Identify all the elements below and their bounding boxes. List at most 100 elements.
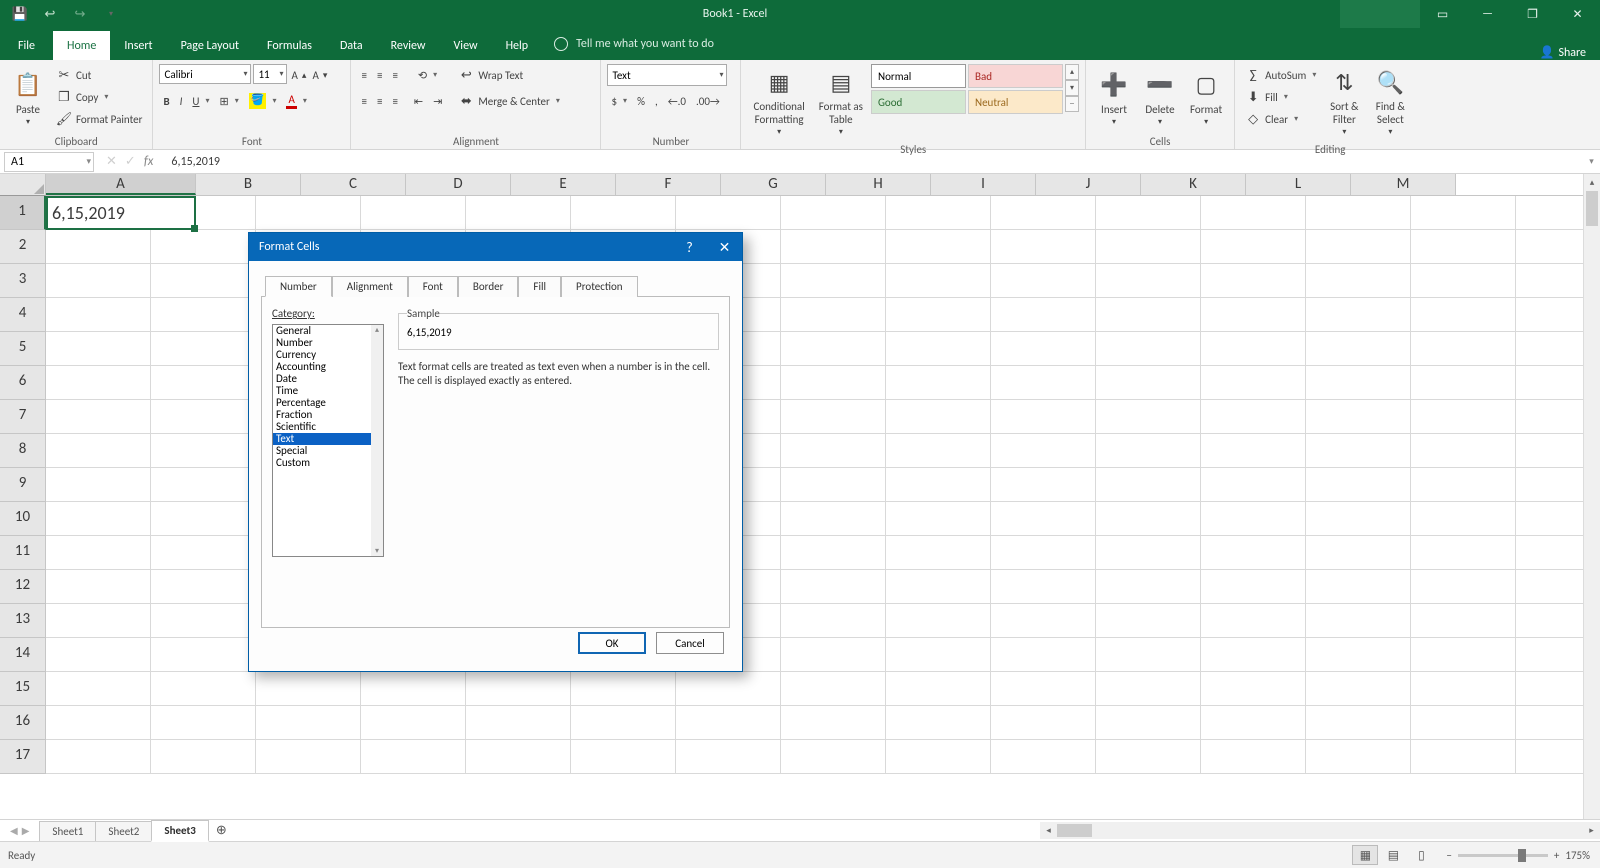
fill-handle[interactable] bbox=[191, 225, 198, 232]
row-3[interactable]: 3 bbox=[0, 264, 46, 298]
undo-icon[interactable]: ↩ bbox=[36, 2, 64, 26]
scroll-right-icon[interactable]: ▸ bbox=[1583, 822, 1600, 839]
tell-me[interactable]: Tell me what you want to do bbox=[542, 28, 726, 60]
align-top-icon[interactable]: ≡ bbox=[357, 64, 370, 86]
dialog-tab-fill[interactable]: Fill bbox=[518, 276, 561, 297]
ribbon-options-icon[interactable]: ▭ bbox=[1420, 0, 1465, 28]
row-9[interactable]: 9 bbox=[0, 468, 46, 502]
redo-icon[interactable]: ↪ bbox=[66, 2, 94, 26]
fill-color-button[interactable]: 🪣 bbox=[245, 90, 281, 112]
selected-cell-A1[interactable]: 6,15,2019 bbox=[46, 196, 196, 230]
style-good[interactable]: Good bbox=[871, 90, 966, 114]
style-bad[interactable]: Bad bbox=[968, 64, 1063, 88]
name-box[interactable]: A1▾ bbox=[4, 152, 94, 172]
hscroll-thumb[interactable] bbox=[1057, 824, 1092, 837]
decrease-indent-icon[interactable]: ⇤ bbox=[410, 90, 427, 112]
share-button[interactable]: 👤 Share bbox=[1525, 45, 1600, 60]
fx-icon[interactable]: fx bbox=[144, 154, 154, 169]
row-11[interactable]: 11 bbox=[0, 536, 46, 570]
dialog-tab-alignment[interactable]: Alignment bbox=[332, 276, 408, 297]
wrap-text-button[interactable]: ↩Wrap Text bbox=[454, 64, 564, 86]
tab-home[interactable]: Home bbox=[53, 31, 110, 60]
cancel-formula-icon[interactable]: ✕ bbox=[106, 154, 117, 169]
format-painter-button[interactable]: 🖌Format Painter bbox=[52, 108, 146, 130]
col-K[interactable]: K bbox=[1141, 174, 1246, 195]
col-J[interactable]: J bbox=[1036, 174, 1141, 195]
minimize-icon[interactable]: — bbox=[1465, 0, 1510, 28]
row-16[interactable]: 16 bbox=[0, 706, 46, 740]
tab-formulas[interactable]: Formulas bbox=[253, 31, 326, 60]
sort-filter-button[interactable]: ⇅Sort & Filter▾ bbox=[1322, 64, 1366, 141]
row-6[interactable]: 6 bbox=[0, 366, 46, 400]
tab-view[interactable]: View bbox=[440, 31, 492, 60]
align-bottom-icon[interactable]: ≡ bbox=[388, 64, 401, 86]
increase-font-icon[interactable]: A▴ bbox=[289, 64, 308, 86]
view-normal-icon[interactable]: ▦ bbox=[1352, 845, 1378, 865]
clear-button[interactable]: ◇Clear bbox=[1241, 108, 1320, 130]
col-I[interactable]: I bbox=[931, 174, 1036, 195]
insert-cells-button[interactable]: ➕Insert▾ bbox=[1092, 64, 1136, 133]
underline-button[interactable]: U bbox=[188, 90, 213, 112]
tab-page-layout[interactable]: Page Layout bbox=[167, 31, 253, 60]
col-B[interactable]: B bbox=[196, 174, 301, 195]
tab-review[interactable]: Review bbox=[377, 31, 440, 60]
increase-indent-icon[interactable]: ⇥ bbox=[429, 90, 446, 112]
sheet-tab-3[interactable]: Sheet3 bbox=[151, 820, 209, 842]
account-button[interactable] bbox=[1340, 0, 1420, 28]
cut-button[interactable]: ✂Cut bbox=[52, 64, 146, 86]
copy-button[interactable]: ❐Copy bbox=[52, 86, 146, 108]
row-1[interactable]: 1 bbox=[0, 196, 46, 230]
tab-data[interactable]: Data bbox=[326, 31, 377, 60]
row-15[interactable]: 15 bbox=[0, 672, 46, 706]
border-button[interactable]: ⊞ bbox=[216, 90, 243, 112]
new-sheet-icon[interactable]: ⊕ bbox=[208, 820, 235, 841]
sheet-nav[interactable]: ◀▶ bbox=[0, 824, 39, 837]
zoom-in-icon[interactable]: + bbox=[1554, 849, 1559, 862]
col-C[interactable]: C bbox=[301, 174, 406, 195]
close-icon[interactable]: ✕ bbox=[1555, 0, 1600, 28]
row-8[interactable]: 8 bbox=[0, 434, 46, 468]
zoom-out-icon[interactable]: − bbox=[1446, 849, 1451, 862]
col-L[interactable]: L bbox=[1246, 174, 1351, 195]
cancel-button[interactable]: Cancel bbox=[656, 632, 724, 654]
number-format-combo[interactable]: Text▾ bbox=[607, 64, 727, 86]
formula-expand-icon[interactable]: ▾ bbox=[1583, 156, 1600, 167]
row-2[interactable]: 2 bbox=[0, 230, 46, 264]
catlist-scrollbar[interactable]: ▴▾ bbox=[371, 325, 383, 556]
bold-button[interactable]: B bbox=[159, 90, 173, 112]
style-normal[interactable]: Normal bbox=[871, 64, 966, 88]
category-listbox[interactable]: General Number Currency Accounting Date … bbox=[272, 324, 384, 557]
comma-button[interactable]: , bbox=[651, 90, 662, 112]
font-color-button[interactable]: A bbox=[282, 90, 310, 112]
percent-button[interactable]: % bbox=[633, 90, 649, 112]
row-4[interactable]: 4 bbox=[0, 298, 46, 332]
format-cells-button[interactable]: ▢Format▾ bbox=[1184, 64, 1228, 133]
merge-center-button[interactable]: ⬌Merge & Center bbox=[454, 90, 564, 112]
zoom-value[interactable]: 175% bbox=[1565, 849, 1590, 862]
col-M[interactable]: M bbox=[1351, 174, 1456, 195]
horizontal-scrollbar[interactable]: ◂ ▸ bbox=[1040, 822, 1600, 839]
dialog-close-icon[interactable]: ✕ bbox=[707, 233, 742, 261]
orientation-icon[interactable]: ⟲ bbox=[414, 64, 441, 86]
row-10[interactable]: 10 bbox=[0, 502, 46, 536]
dialog-tab-border[interactable]: Border bbox=[458, 276, 519, 297]
accounting-button[interactable]: $ bbox=[607, 90, 631, 112]
decrease-font-icon[interactable]: A▾ bbox=[310, 64, 329, 86]
view-page-layout-icon[interactable]: ▤ bbox=[1380, 845, 1406, 865]
col-E[interactable]: E bbox=[511, 174, 616, 195]
font-family-combo[interactable]: Calibri▾ bbox=[159, 64, 251, 84]
align-center-icon[interactable]: ≡ bbox=[373, 90, 386, 112]
col-A[interactable]: A bbox=[46, 174, 196, 195]
category-custom[interactable]: Custom bbox=[273, 457, 383, 469]
vscroll-thumb[interactable] bbox=[1586, 191, 1598, 226]
dialog-tab-protection[interactable]: Protection bbox=[561, 276, 638, 297]
dialog-help-icon[interactable]: ? bbox=[672, 233, 707, 261]
view-page-break-icon[interactable]: ▯ bbox=[1408, 845, 1434, 865]
align-left-icon[interactable]: ≡ bbox=[357, 90, 370, 112]
row-5[interactable]: 5 bbox=[0, 332, 46, 366]
find-select-button[interactable]: 🔍Find & Select▾ bbox=[1368, 64, 1412, 141]
dialog-title-bar[interactable]: Format Cells ? ✕ bbox=[249, 233, 742, 261]
decrease-decimal-icon[interactable]: .00→ bbox=[692, 90, 724, 112]
select-all-corner[interactable] bbox=[0, 174, 46, 196]
col-G[interactable]: G bbox=[721, 174, 826, 195]
